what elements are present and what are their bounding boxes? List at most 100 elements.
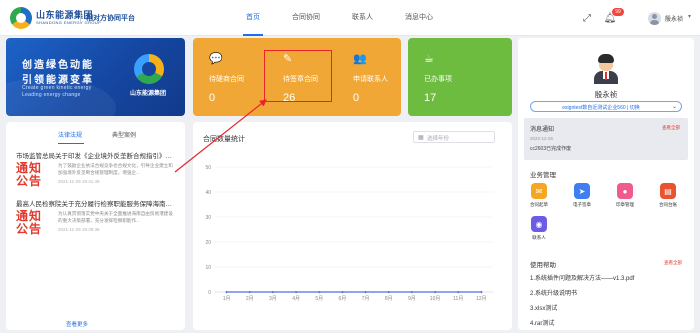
data-point (387, 291, 390, 293)
y-tick-label: 40 (205, 190, 211, 196)
x-tick-label: 5月 (315, 296, 323, 302)
nav-home[interactable]: 首页 (243, 0, 263, 36)
message-text[interactable]: cc2603已完成作废 (530, 145, 571, 152)
help-item[interactable]: 1.系统插件问题及解决方法——v1.3.pdf (530, 273, 634, 282)
tab-cases[interactable]: 典型案例 (112, 130, 136, 139)
speech-bubble-icon: 💬 (209, 53, 223, 65)
help-title: 使用帮助 (530, 262, 556, 269)
list-item[interactable]: 市场监管总局关于印发《企业境外反垄断合规指引》的... 通知 公告 为了鼓励企业… (16, 150, 176, 188)
line-chart: 0 10 20 30 40 50 1月 2月 3月 4月 5月 6月 7月 8月 9月 10月 11月 12月 (205, 165, 493, 302)
message-view-all[interactable]: 查看全部 (662, 125, 680, 131)
stat-label: 已办事项 (424, 76, 452, 83)
nav-message-center[interactable]: 消息中心 (405, 0, 433, 36)
banner-logo-icon (134, 54, 164, 84)
tab-laws[interactable]: 法律法规 (58, 130, 82, 139)
draft-icon: ✉ (531, 183, 547, 199)
chevron-down-icon[interactable]: ▾ (688, 13, 691, 20)
message-notice-box: 消息通知 查看全部 2022-12-26 cc2603已完成作废 (524, 118, 688, 160)
biz-label: 电子签章 (573, 202, 591, 207)
x-tick-label: 2月 (246, 296, 254, 302)
news-title[interactable]: 最高人民检察院关于充分履行检察职能服务保障海南自... (16, 198, 176, 208)
news-date: 2021-11-29 15:39:36 (58, 227, 100, 232)
stat-contact-requests[interactable]: 👥 申请联系人 0 (337, 38, 407, 116)
data-point (271, 291, 274, 293)
ledger-icon: ▤ (660, 183, 676, 199)
chevron-down-icon: ⌄ (671, 104, 677, 110)
message-date: 2022-12-26 (530, 136, 554, 141)
stat-value: 0 (209, 92, 216, 104)
fullscreen-icon[interactable]: ⤢ (580, 11, 594, 25)
profile-panel: 殷永祯 exigntest数自近测试企业560 | 切换 ⌄ 消息通知 查看全部… (518, 38, 694, 330)
x-tick-label: 4月 (292, 296, 300, 302)
data-point (457, 291, 460, 293)
x-tick-label: 8月 (385, 296, 393, 302)
x-tick-label: 9月 (408, 296, 416, 302)
data-point (434, 291, 437, 293)
send-icon: ➤ (574, 183, 590, 199)
help-item[interactable]: 2.系统升级说明书 (530, 288, 577, 297)
notice-stamp: 通知 公告 (16, 210, 52, 236)
biz-seal-management[interactable]: ● 印章管理 (610, 183, 640, 208)
data-point (225, 291, 228, 293)
stat-pending-negotiation[interactable]: 💬 待磋商合同 0 (193, 38, 263, 116)
data-point (341, 291, 344, 293)
y-tick-label: 0 (208, 290, 211, 296)
data-point (295, 291, 298, 293)
x-tick-label: 12月 (476, 296, 487, 302)
x-tick-label: 1月 (223, 296, 231, 302)
data-point (410, 291, 413, 293)
x-tick-label: 11月 (453, 296, 463, 302)
coffee-cup-icon: ☕ (424, 53, 434, 65)
help-item[interactable]: 4.rar测试 (530, 318, 554, 327)
stat-label: 待磋商合同 (209, 76, 244, 83)
banner-slogan-2: 引领能源变革 (22, 75, 94, 86)
x-tick-label: 3月 (269, 296, 277, 302)
org-name: exigntest数自近测试企业560 | 切换 (562, 105, 640, 111)
news-panel: 法律法规 典型案例 市场监管总局关于印发《企业境外反垄断合规指引》的... 通知… (6, 122, 185, 330)
list-item[interactable]: 最高人民检察院关于充分履行检察职能服务保障海南自... 通知 公告 为认真贯彻落… (16, 198, 176, 236)
news-title[interactable]: 市场监管总局关于印发《企业境外反垄断合规指引》的... (16, 150, 176, 160)
biz-contract-ledger[interactable]: ▤ 合同台账 (653, 183, 683, 208)
message-title: 消息通知 (530, 127, 555, 133)
y-tick-label: 30 (205, 215, 211, 221)
avatar[interactable] (648, 12, 661, 25)
data-point (248, 291, 251, 293)
biz-contract-draft[interactable]: ✉ 合同起草 (524, 183, 554, 208)
notice-stamp: 通知 公告 (16, 162, 52, 188)
banner-logo-text: 山东能源集团 (130, 91, 167, 97)
avatar (591, 52, 621, 84)
help-item[interactable]: 3.xlsx测试 (530, 303, 557, 312)
see-more-link[interactable]: 查看更多 (66, 320, 88, 328)
business-title: 业务管理 (530, 172, 556, 179)
y-tick-label: 10 (205, 265, 211, 271)
nav-contract-collab[interactable]: 合同协同 (292, 0, 320, 36)
org-switcher[interactable]: exigntest数自近测试企业560 | 切换 ⌄ (530, 101, 682, 112)
stats-panel-done: ☕ 已办事项 17 (408, 38, 512, 116)
stat-value: 0 (353, 92, 360, 104)
news-date: 2021-11-29 15:41:49 (58, 179, 100, 184)
biz-e-signature[interactable]: ➤ 电子签章 (567, 183, 597, 208)
contact-icon: ◉ (531, 216, 547, 232)
banner-slogan-en-2: Leading energy change (22, 92, 81, 98)
data-point (480, 291, 483, 293)
news-summary: 为认真贯彻落实党中央关于全面推进海南自由贸易港建设的重大决策部署，充分发挥检察职… (58, 211, 173, 223)
seal-icon: ● (617, 183, 633, 199)
user-name[interactable]: 殷永祯 (665, 14, 683, 23)
notice-stamp-line2: 公告 (16, 222, 43, 236)
stat-value: 17 (424, 92, 437, 104)
profile-name: 殷永祯 (594, 90, 618, 99)
nav-contacts[interactable]: 联系人 (352, 0, 373, 36)
biz-contacts[interactable]: ◉ 联系人 (524, 216, 554, 241)
data-point (364, 291, 367, 293)
y-tick-label: 20 (205, 240, 211, 246)
x-tick-label: 6月 (339, 296, 347, 302)
news-summary: 为了鼓励企业依法合规竞争也合规文化，引导企业建立和加强境外反垄断合规管理制度，增… (58, 163, 173, 175)
help-view-all[interactable]: 查看全部 (664, 260, 682, 266)
main-nav: 首页 合同协同 联系人 消息中心 (243, 0, 465, 36)
promo-banner: 创造绿色动能 引领能源变革 Create green kinetic energ… (6, 38, 185, 116)
stat-completed[interactable]: ☕ 已办事项 17 (408, 38, 478, 116)
highlight-box (264, 50, 332, 102)
top-bar: 山东能源集团 SHANDONG ENERGY GROUP 相对方协同平台 首页 … (0, 0, 700, 36)
app-title: 相对方协同平台 (86, 15, 135, 22)
brand-logo-icon (10, 7, 32, 29)
